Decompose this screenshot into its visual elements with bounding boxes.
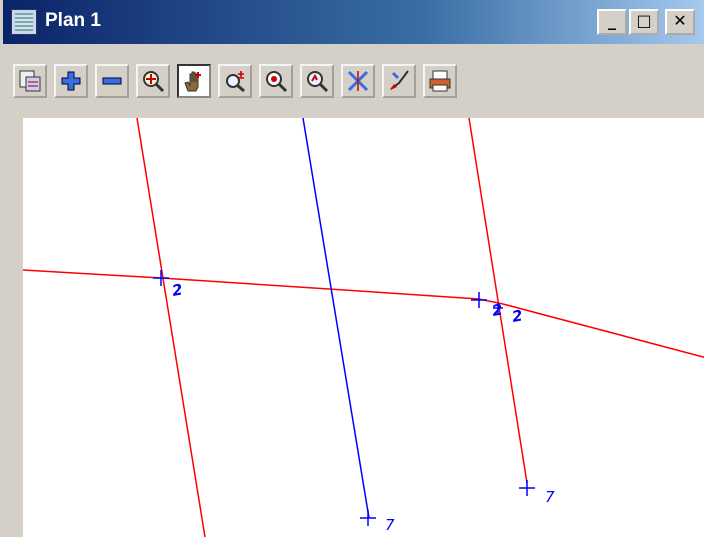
display-views-icon xyxy=(19,70,41,92)
pan-hand-icon xyxy=(184,71,201,92)
minimize-icon: _ xyxy=(608,11,616,30)
zoom-box-button[interactable] xyxy=(218,64,252,98)
maximize-icon: □ xyxy=(636,11,652,30)
vertex-label-5: 7 xyxy=(385,516,395,534)
toolbar xyxy=(5,60,609,104)
zoom-in-button[interactable] xyxy=(54,64,88,98)
close-icon: ✕ xyxy=(673,11,687,30)
title-bar[interactable]: Plan 1 _ □ ✕ xyxy=(3,0,704,44)
vertex-markers xyxy=(153,270,535,526)
extent-button[interactable] xyxy=(136,64,170,98)
zoom-in-plus-icon xyxy=(61,71,81,91)
zoom-previous-button[interactable] xyxy=(300,64,334,98)
vertex-label-4: 7 xyxy=(545,488,555,506)
cross-hair-icon xyxy=(347,70,369,92)
plan-window: Plan 1 _ □ ✕ 2 2 2 7 7 xyxy=(0,0,704,537)
pan-button[interactable] xyxy=(177,64,211,98)
extent-icon xyxy=(143,71,165,93)
cross-hair-button[interactable] xyxy=(341,64,375,98)
plan-canvas[interactable]: 2 2 2 7 7 xyxy=(23,118,704,537)
vertex-label-1: 2 xyxy=(171,280,184,300)
window-title: Plan 1 xyxy=(45,10,101,31)
minimize-button[interactable]: _ xyxy=(597,9,627,35)
zoom-out-button[interactable] xyxy=(95,64,129,98)
red-string-left[interactable] xyxy=(136,118,206,537)
blue-string-center[interactable] xyxy=(302,118,370,519)
zoom-previous-icon xyxy=(307,71,329,93)
plan-drawing[interactable]: 2 2 2 7 7 xyxy=(23,118,704,537)
plan-app-icon[interactable] xyxy=(11,9,37,35)
plot-print-icon xyxy=(429,70,451,92)
red-string-horizontal[interactable] xyxy=(23,269,704,358)
pick-icon xyxy=(390,70,409,90)
display-views-button[interactable] xyxy=(13,64,47,98)
zoom-out-minus-icon xyxy=(102,77,122,85)
zoom-box-icon xyxy=(226,71,245,93)
maximize-button[interactable]: □ xyxy=(629,9,659,35)
close-button[interactable]: ✕ xyxy=(665,9,695,35)
zoom-window-icon xyxy=(266,71,288,93)
zoom-window-button[interactable] xyxy=(259,64,293,98)
pick-button[interactable] xyxy=(382,64,416,98)
plot-print-button[interactable] xyxy=(423,64,457,98)
